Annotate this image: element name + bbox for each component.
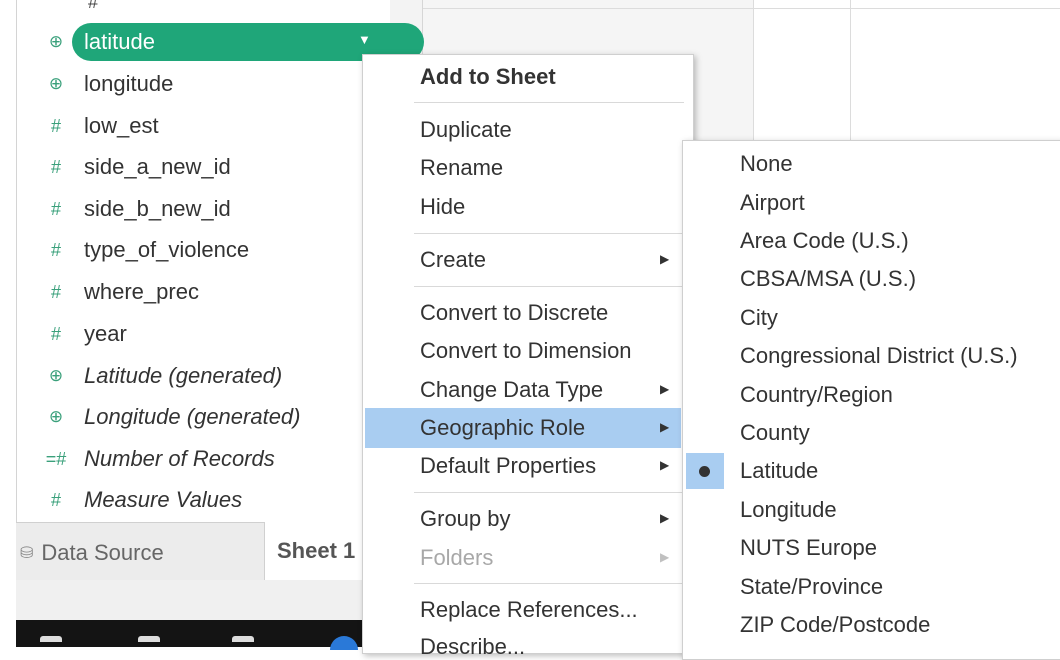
taskbar-app-icon[interactable] — [232, 636, 254, 642]
field-name: Longitude (generated) — [84, 404, 301, 429]
role-cbsa-msa[interactable]: CBSA/MSA (U.S.) — [740, 266, 916, 292]
role-latitude[interactable]: Latitude — [740, 458, 818, 484]
menu-item-describe[interactable]: Describe... — [420, 634, 525, 660]
menu-item-change-data-type[interactable]: Change Data Type — [420, 377, 603, 403]
menu-item-create[interactable]: Create — [420, 247, 486, 273]
menu-item-duplicate[interactable]: Duplicate — [420, 117, 512, 143]
field-name: longitude — [84, 71, 174, 96]
menu-item-rename[interactable]: Rename — [420, 155, 503, 181]
role-country-region[interactable]: Country/Region — [740, 382, 893, 408]
menu-separator — [414, 286, 684, 287]
taskbar-app-icon[interactable] — [138, 636, 160, 642]
menu-item-add-to-sheet[interactable]: Add to Sheet — [420, 64, 556, 90]
role-city[interactable]: City — [740, 305, 778, 331]
hash-icon: # — [50, 156, 61, 177]
calc-hash-icon: =# — [45, 448, 67, 469]
field-name: Number of Records — [84, 446, 275, 471]
role-none[interactable]: None — [740, 151, 793, 177]
field-name: latitude — [84, 29, 155, 54]
hash-icon: # — [50, 281, 61, 302]
field-measure-values[interactable]: # Measure Values — [40, 484, 380, 516]
menu-separator — [414, 233, 684, 234]
database-icon: ⛁ — [20, 545, 34, 562]
menu-item-convert-to-discrete[interactable]: Convert to Discrete — [420, 300, 608, 326]
role-airport[interactable]: Airport — [740, 190, 805, 216]
field-where-prec[interactable]: # where_prec — [40, 276, 380, 308]
globe-icon: ⊕ — [48, 366, 64, 385]
role-longitude[interactable]: Longitude — [740, 497, 837, 523]
role-zip-code[interactable]: ZIP Code/Postcode — [740, 612, 930, 638]
submenu-arrow-icon: ▶ — [660, 550, 670, 564]
hash-icon: # — [50, 489, 61, 510]
field-name: Measure Values — [84, 487, 243, 512]
field-side-b-new-id[interactable]: # side_b_new_id — [40, 193, 380, 225]
submenu-arrow-icon: ▶ — [660, 252, 670, 266]
taskbar-app-icon[interactable] — [40, 636, 62, 642]
status-strip — [16, 580, 390, 620]
menu-item-replace-references[interactable]: Replace References... — [420, 597, 638, 623]
field-type-of-violence[interactable]: # type_of_violence — [40, 234, 380, 266]
hash-icon: # — [50, 323, 61, 344]
field-low-est[interactable]: # low_est — [40, 110, 380, 142]
globe-icon: ⊕ — [48, 407, 64, 426]
role-state-province[interactable]: State/Province — [740, 574, 883, 600]
menu-item-group-by[interactable]: Group by — [420, 506, 511, 532]
role-congressional-district[interactable]: Congressional District (U.S.) — [740, 343, 1018, 369]
submenu-arrow-icon: ▶ — [660, 511, 670, 525]
role-county[interactable]: County — [740, 420, 810, 446]
field-name: side_b_new_id — [84, 196, 231, 221]
field-name: low_est — [84, 113, 159, 138]
field-name: type_of_violence — [84, 237, 250, 262]
tab-data-source[interactable]: ⛁ Data Source — [20, 540, 164, 566]
menu-item-default-properties[interactable]: Default Properties — [420, 453, 596, 479]
role-nuts-europe[interactable]: NUTS Europe — [740, 535, 877, 561]
menu-item-convert-to-dimension[interactable]: Convert to Dimension — [420, 338, 632, 364]
field-name: year — [84, 321, 127, 346]
hash-icon: # — [50, 198, 61, 219]
shelf-top-line — [423, 8, 1060, 9]
field-longitude[interactable]: ⊕ longitude — [40, 68, 380, 100]
field-name: Latitude (generated) — [84, 363, 283, 388]
hash-icon: # — [50, 239, 61, 260]
field-name: side_a_new_id — [84, 154, 231, 179]
field-latitude-generated[interactable]: ⊕ Latitude (generated) — [40, 360, 380, 392]
field-longitude-generated[interactable]: ⊕ Longitude (generated) — [40, 401, 380, 433]
truncated-field-icon: # — [88, 0, 99, 12]
hash-icon: # — [50, 115, 61, 136]
shelf-divider-2 — [850, 0, 851, 140]
menu-item-geographic-role[interactable]: Geographic Role — [420, 415, 585, 441]
shelf-divider-1 — [753, 0, 754, 140]
menu-separator — [414, 492, 684, 493]
submenu-arrow-icon: ▶ — [660, 420, 670, 434]
field-number-of-records[interactable]: =# Number of Records — [40, 443, 380, 475]
field-latitude[interactable]: ⊕ latitude ▼ — [40, 23, 424, 61]
field-name: where_prec — [84, 279, 199, 304]
radio-bullet-icon — [699, 466, 710, 477]
tab-label: Data Source — [41, 540, 164, 565]
menu-item-folders: Folders — [420, 545, 494, 570]
submenu-arrow-icon: ▶ — [660, 458, 670, 472]
globe-icon: ⊕ — [48, 32, 64, 51]
role-area-code[interactable]: Area Code (U.S.) — [740, 228, 909, 254]
submenu-arrow-icon: ▶ — [660, 382, 670, 396]
chevron-down-icon[interactable]: ▼ — [358, 32, 371, 47]
menu-separator — [414, 102, 684, 103]
globe-icon: ⊕ — [48, 74, 64, 93]
menu-item-hide[interactable]: Hide — [420, 194, 465, 220]
menu-separator — [414, 583, 684, 584]
field-side-a-new-id[interactable]: # side_a_new_id — [40, 151, 380, 183]
field-year[interactable]: # year — [40, 318, 380, 350]
